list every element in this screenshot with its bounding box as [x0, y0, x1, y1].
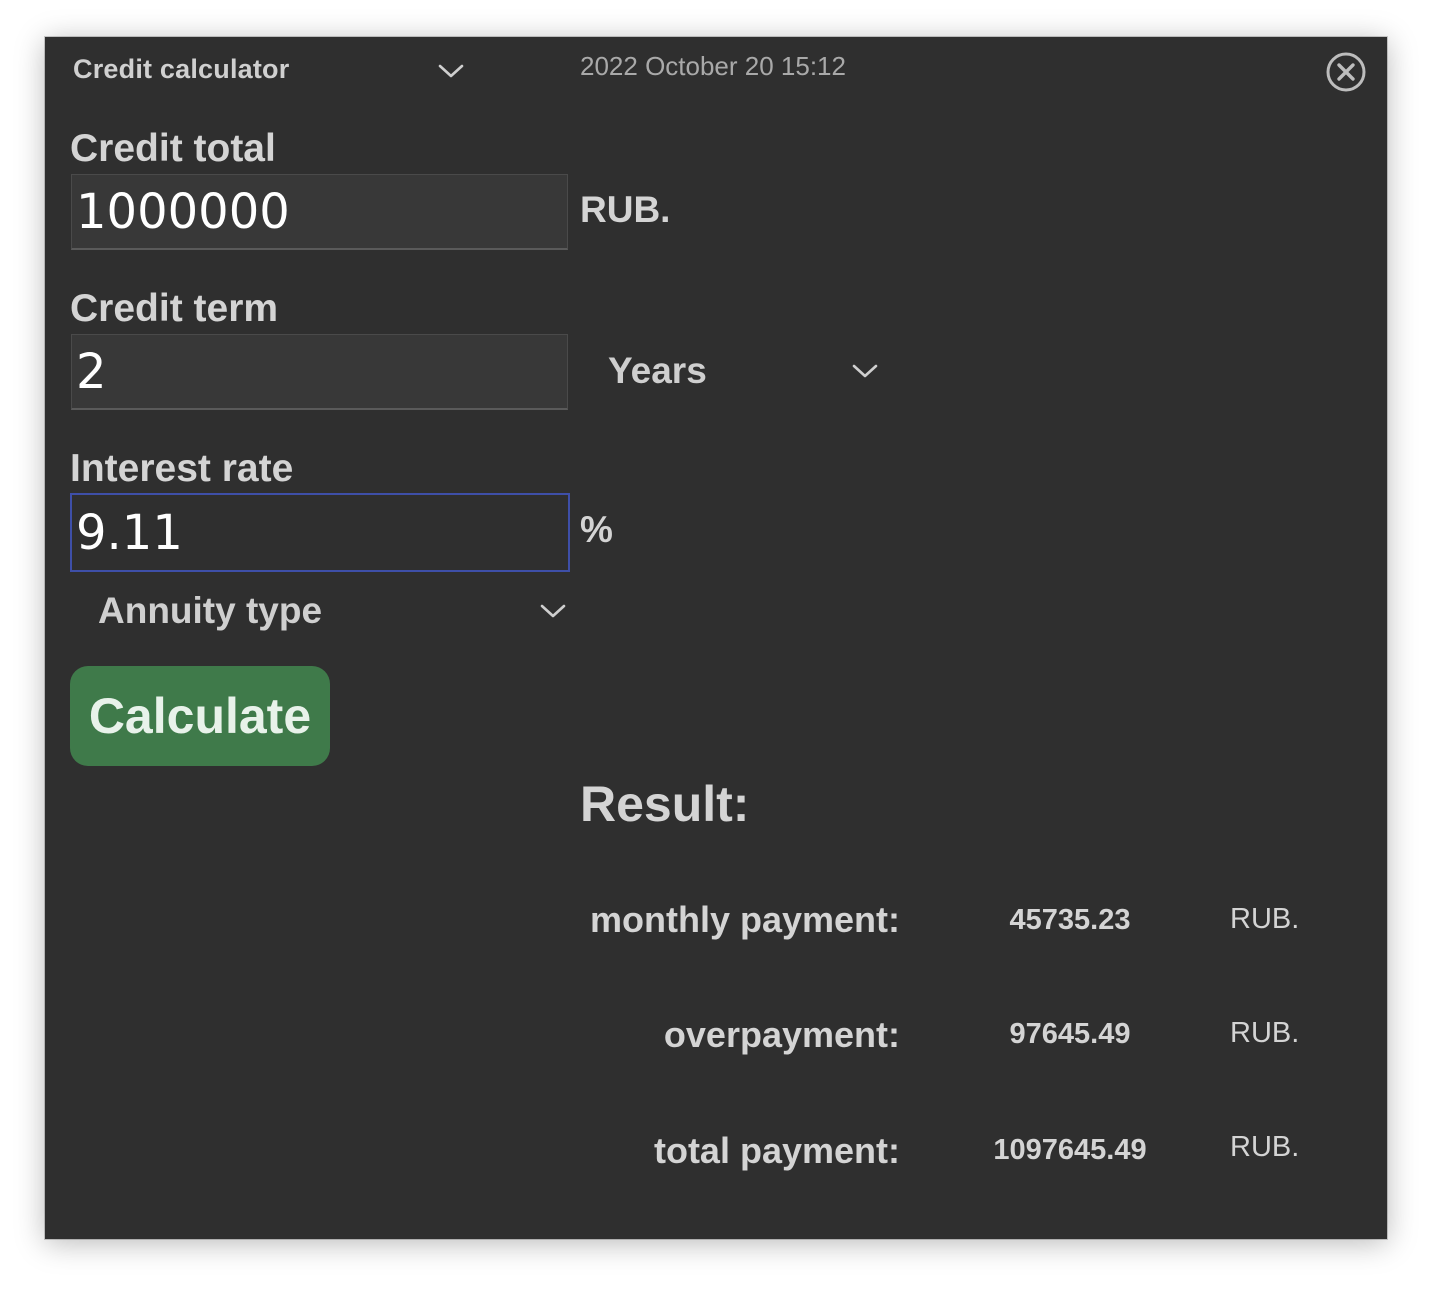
chevron-down-icon [438, 64, 464, 78]
monthly-payment-value: 45735.23 [1009, 904, 1131, 936]
calculate-button[interactable]: Calculate [70, 666, 330, 766]
payment-type-select[interactable]: Annuity type [98, 587, 566, 635]
interest-rate-value: 9.11 [76, 504, 183, 561]
credit-total-value: 1000000 [76, 183, 290, 240]
term-unit-select[interactable]: Years [608, 347, 878, 395]
credit-term-value: 2 [76, 343, 107, 400]
monthly-payment-label: monthly payment: [589, 899, 900, 940]
credit-term-input[interactable]: 2 [71, 334, 568, 410]
overpayment-label: overpayment: [663, 1014, 900, 1055]
chevron-down-icon [852, 364, 878, 378]
interest-rate-unit: % [580, 509, 613, 550]
chevron-down-icon [540, 604, 566, 618]
credit-term-label: Credit term [70, 287, 279, 330]
calculator-title: Credit calculator [73, 53, 290, 84]
credit-total-label: Credit total [70, 127, 276, 170]
total-payment-value: 1097645.49 [993, 1134, 1147, 1166]
term-unit-selected: Years [608, 350, 707, 391]
datetime-label: 2022 October 20 15:12 [580, 51, 846, 81]
monthly-payment-unit: RUB. [1230, 903, 1300, 935]
total-payment-unit: RUB. [1230, 1131, 1300, 1163]
interest-rate-label: Interest rate [70, 447, 294, 490]
overpayment-unit: RUB. [1230, 1017, 1300, 1049]
interest-rate-input[interactable]: 9.11 [70, 493, 570, 572]
result-title: Result: [580, 776, 750, 832]
calculator-window: Credit calculator 2022 October 20 15:12 … [45, 37, 1387, 1239]
overpayment-value: 97645.49 [1009, 1018, 1131, 1050]
calculator-type-select[interactable]: Credit calculator [73, 51, 473, 87]
payment-type-selected: Annuity type [98, 590, 323, 631]
close-icon[interactable] [1325, 51, 1367, 93]
credit-total-input[interactable]: 1000000 [71, 174, 568, 250]
total-payment-label: total payment: [653, 1130, 900, 1171]
credit-total-unit: RUB. [580, 189, 671, 230]
